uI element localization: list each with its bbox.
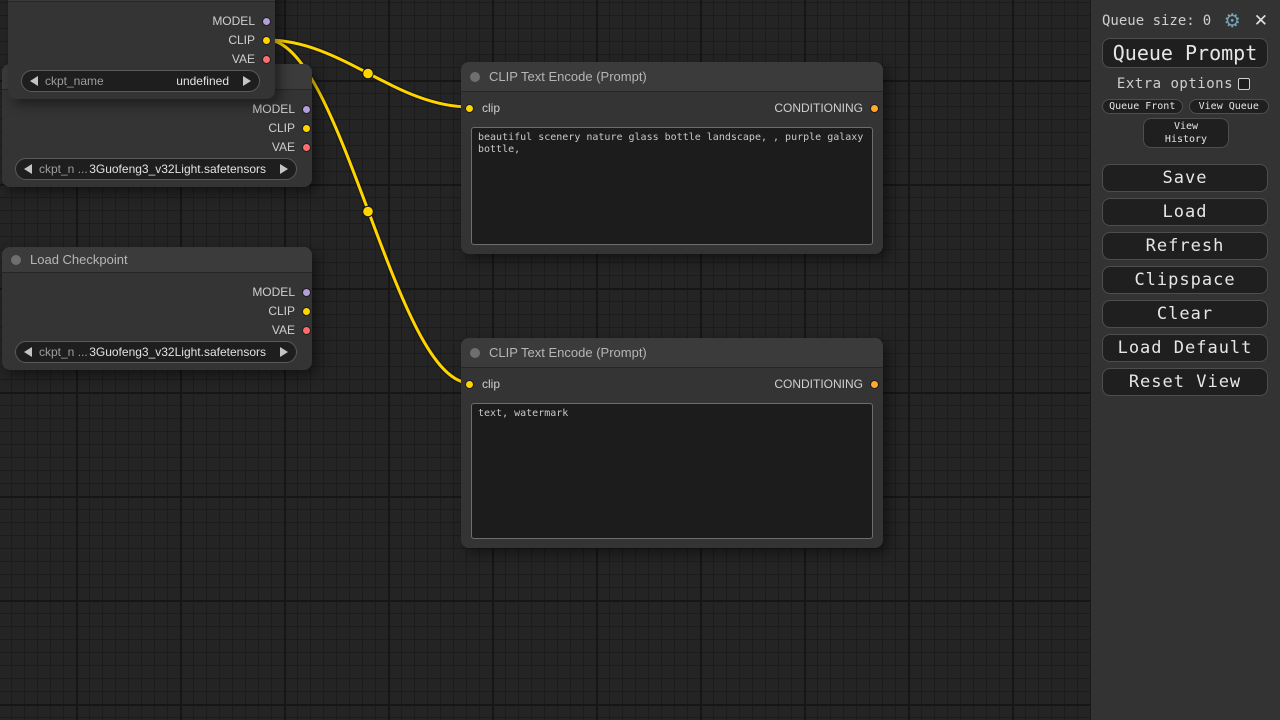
node-clip-text-encode-positive[interactable]: CLIP Text Encode (Prompt) clip CONDITION… bbox=[461, 62, 883, 254]
load-button[interactable]: Load bbox=[1102, 198, 1268, 226]
model-output-port[interactable] bbox=[302, 105, 311, 114]
clip-output-port[interactable] bbox=[262, 36, 271, 45]
clip-input-port[interactable] bbox=[465, 104, 474, 113]
conditioning-output-port[interactable] bbox=[870, 380, 879, 389]
node-title: CLIP Text Encode (Prompt) bbox=[489, 69, 647, 84]
node-load-checkpoint-partial-top[interactable]: Load Checkpoint MODEL CLIP VAE ckpt_name… bbox=[8, 0, 275, 99]
link-midpoint-dot bbox=[363, 206, 374, 217]
vae-output-port[interactable] bbox=[262, 55, 271, 64]
node-title: Load Checkpoint bbox=[30, 252, 128, 267]
widget-prev-icon[interactable] bbox=[24, 347, 32, 357]
clip-output-port[interactable] bbox=[302, 124, 311, 133]
node-load-checkpoint[interactable]: Load Checkpoint MODEL CLIP VAE ckpt_n ..… bbox=[2, 247, 312, 370]
model-output-port[interactable] bbox=[262, 17, 271, 26]
positive-prompt-textarea[interactable]: beautiful scenery nature glass bottle la… bbox=[471, 127, 873, 245]
ckpt-name-widget[interactable]: ckpt_n ... 3Guofeng3_v32Light.safetensor… bbox=[15, 341, 297, 363]
negative-prompt-textarea[interactable]: text, watermark bbox=[471, 403, 873, 539]
node-title: CLIP Text Encode (Prompt) bbox=[489, 345, 647, 360]
widget-prev-icon[interactable] bbox=[30, 76, 38, 86]
node-graph-canvas[interactable]: Load Checkpoint MODEL CLIP VAE ckpt_n ..… bbox=[0, 0, 1090, 720]
refresh-button[interactable]: Refresh bbox=[1102, 232, 1268, 260]
extra-options-checkbox[interactable] bbox=[1238, 78, 1250, 90]
collapse-toggle-icon[interactable] bbox=[470, 348, 480, 358]
widget-next-icon[interactable] bbox=[280, 347, 288, 357]
queue-front-button[interactable]: Queue Front bbox=[1102, 99, 1183, 114]
comfy-menu-panel: Queue size:0 ⚙ ✕ Queue Prompt Extra opti… bbox=[1090, 0, 1280, 720]
clip-output-port[interactable] bbox=[302, 307, 311, 316]
extra-options-label: Extra options bbox=[1117, 76, 1233, 92]
close-menu-icon[interactable]: ✕ bbox=[1254, 11, 1268, 31]
view-history-button[interactable]: View History bbox=[1143, 118, 1229, 148]
model-output-port[interactable] bbox=[302, 288, 311, 297]
clear-button[interactable]: Clear bbox=[1102, 300, 1268, 328]
clipspace-button[interactable]: Clipspace bbox=[1102, 266, 1268, 294]
vae-output-port[interactable] bbox=[302, 326, 311, 335]
collapse-toggle-icon[interactable] bbox=[11, 255, 21, 265]
widget-next-icon[interactable] bbox=[243, 76, 251, 86]
load-default-button[interactable]: Load Default bbox=[1102, 334, 1268, 362]
node-clip-text-encode-negative[interactable]: CLIP Text Encode (Prompt) clip CONDITION… bbox=[461, 338, 883, 548]
reset-view-button[interactable]: Reset View bbox=[1102, 368, 1268, 396]
queue-size-value: 0 bbox=[1203, 13, 1211, 29]
queue-prompt-button[interactable]: Queue Prompt bbox=[1102, 38, 1268, 68]
ckpt-name-widget[interactable]: ckpt_n ... 3Guofeng3_v32Light.safetensor… bbox=[15, 158, 297, 180]
ckpt-name-widget[interactable]: ckpt_name undefined bbox=[21, 70, 260, 92]
widget-prev-icon[interactable] bbox=[24, 164, 32, 174]
widget-next-icon[interactable] bbox=[280, 164, 288, 174]
settings-gear-icon[interactable]: ⚙ bbox=[1224, 10, 1241, 32]
collapse-toggle-icon[interactable] bbox=[470, 72, 480, 82]
conditioning-output-port[interactable] bbox=[870, 104, 879, 113]
link-midpoint-dot bbox=[363, 68, 374, 79]
clip-input-port[interactable] bbox=[465, 380, 474, 389]
queue-size-label: Queue size:0 bbox=[1102, 13, 1224, 29]
view-queue-button[interactable]: View Queue bbox=[1189, 99, 1270, 114]
save-button[interactable]: Save bbox=[1102, 164, 1268, 192]
vae-output-port[interactable] bbox=[302, 143, 311, 152]
